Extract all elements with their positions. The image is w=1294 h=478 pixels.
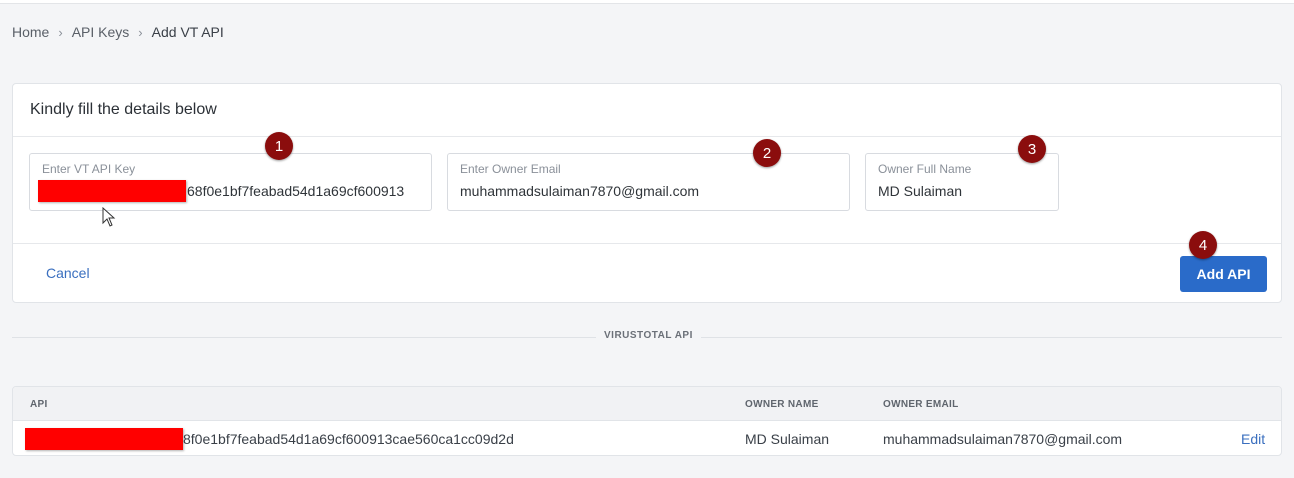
redaction-block (25, 428, 183, 450)
api-table: API OWNER NAME OWNER EMAIL 8f0e1bf7feaba… (12, 386, 1282, 456)
owner-email-value: muhammadsulaiman7870@gmail.com (460, 183, 700, 199)
breadcrumb-api-keys[interactable]: API Keys (72, 24, 130, 40)
owner-email-field[interactable]: Enter Owner Email muhammadsulaiman7870@g… (447, 153, 850, 211)
column-header-owner-email: OWNER EMAIL (883, 399, 959, 410)
api-key-visible-text: 68f0e1bf7feabad54d1a69cf600913 (187, 183, 405, 199)
section-divider-label: VIRUSTOTAL API (596, 330, 701, 341)
column-header-owner-name: OWNER NAME (745, 399, 819, 410)
cell-api: 8f0e1bf7feabad54d1a69cf600913cae560ca1cc… (25, 428, 514, 450)
api-key-value: 68f0e1bf7feabad54d1a69cf600913 (38, 180, 404, 202)
annotation-badge-2: 2 (753, 139, 781, 167)
cell-owner-name: MD Sulaiman (745, 431, 830, 447)
mouse-pointer-icon (102, 207, 116, 227)
owner-email-placeholder: Enter Owner Email (460, 162, 561, 176)
cell-owner-email: muhammadsulaiman7870@gmail.com (883, 431, 1123, 447)
api-key-field[interactable]: Enter VT API Key 68f0e1bf7feabad54d1a69c… (29, 153, 432, 211)
card-divider (13, 243, 1281, 244)
breadcrumb-current: Add VT API (151, 24, 224, 40)
table-header: API OWNER NAME OWNER EMAIL (13, 387, 1281, 421)
owner-name-placeholder: Owner Full Name (878, 162, 972, 176)
column-header-api: API (30, 399, 48, 410)
api-visible-text: 8f0e1bf7feabad54d1a69cf600913cae560ca1cc… (183, 431, 514, 447)
card-divider (13, 136, 1281, 137)
breadcrumb: Home › API Keys › Add VT API (12, 24, 224, 40)
breadcrumb-separator: › (138, 24, 143, 40)
breadcrumb-separator: › (58, 24, 63, 40)
add-api-form-card: Kindly fill the details below Enter VT A… (12, 83, 1282, 303)
form-title: Kindly fill the details below (30, 101, 217, 118)
redaction-block (38, 180, 186, 202)
cancel-button[interactable]: Cancel (46, 265, 90, 281)
annotation-badge-3: 3 (1018, 135, 1046, 163)
api-key-placeholder: Enter VT API Key (42, 162, 136, 176)
top-border (0, 0, 1294, 4)
annotation-badge-4: 4 (1189, 231, 1217, 259)
owner-name-value: MD Sulaiman (878, 183, 963, 199)
breadcrumb-home[interactable]: Home (12, 24, 49, 40)
edit-link[interactable]: Edit (1241, 431, 1265, 447)
annotation-badge-1: 1 (265, 132, 293, 160)
add-api-button[interactable]: Add API (1180, 256, 1267, 292)
